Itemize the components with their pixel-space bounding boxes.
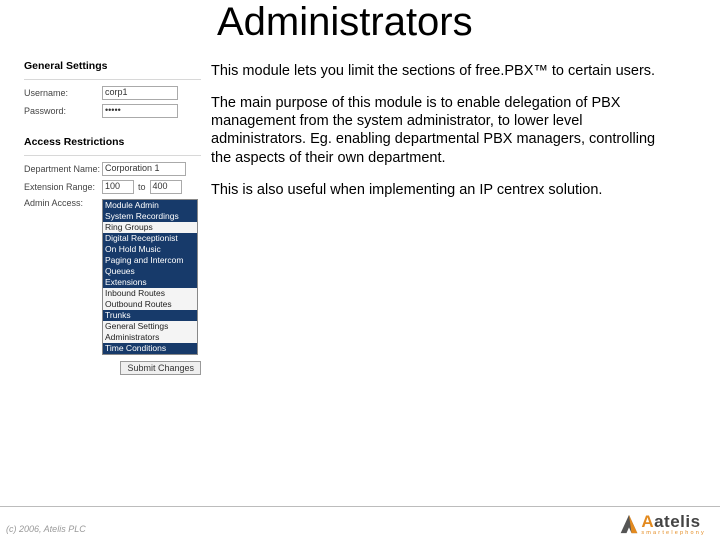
password-row: Password: •••••	[24, 104, 201, 118]
extension-range-row: Extension Range: 100 to 400	[24, 180, 201, 194]
username-row: Username: corp1	[24, 86, 201, 100]
listbox-option[interactable]: System Recordings	[103, 211, 197, 222]
extension-from-input[interactable]: 100	[102, 180, 134, 194]
logo-word: Aatelis	[641, 513, 706, 530]
listbox-option[interactable]: General Settings	[103, 321, 197, 332]
listbox-option[interactable]: Ring Groups	[103, 222, 197, 233]
submit-changes-button[interactable]: Submit Changes	[120, 361, 201, 375]
listbox-option[interactable]: On Hold Music	[103, 244, 197, 255]
listbox-option[interactable]: Trunks	[103, 310, 197, 321]
paragraph-3: This is also useful when implementing an…	[211, 181, 676, 199]
listbox-option[interactable]: Digital Receptionist	[103, 233, 197, 244]
page-title: Administrators	[217, 0, 473, 45]
settings-panel: General Settings Username: corp1 Passwor…	[24, 60, 201, 375]
divider	[24, 79, 201, 80]
listbox-option[interactable]: Outbound Routes	[103, 299, 197, 310]
logo-mark-icon	[619, 513, 639, 535]
atelis-logo: Aatelis smartelephony	[619, 513, 706, 537]
divider	[24, 155, 201, 156]
listbox-option[interactable]: Extensions	[103, 277, 197, 288]
logo-tagline: smartelephony	[641, 531, 706, 537]
paragraph-1: This module lets you limit the sections …	[211, 62, 676, 80]
extension-to-word: to	[138, 182, 146, 192]
general-settings-header: General Settings	[24, 60, 201, 72]
password-input[interactable]: •••••	[102, 104, 178, 118]
footer-divider	[0, 506, 720, 507]
listbox-option[interactable]: Queues	[103, 266, 197, 277]
listbox-option[interactable]: Time Conditions	[103, 343, 197, 354]
department-input[interactable]: Corporation 1	[102, 162, 186, 176]
listbox-option[interactable]: Administrators	[103, 332, 197, 343]
admin-access-label: Admin Access:	[24, 198, 102, 208]
username-input[interactable]: corp1	[102, 86, 178, 100]
department-label: Department Name:	[24, 164, 102, 174]
username-label: Username:	[24, 88, 102, 98]
body-text: This module lets you limit the sections …	[211, 62, 676, 213]
paragraph-2: The main purpose of this module is to en…	[211, 94, 676, 167]
department-row: Department Name: Corporation 1	[24, 162, 201, 176]
admin-access-row: Admin Access: Module AdminSystem Recordi…	[24, 198, 201, 355]
footer: (c) 2006, Atelis PLC Aatelis smartelepho…	[0, 506, 720, 540]
password-label: Password:	[24, 106, 102, 116]
copyright-text: (c) 2006, Atelis PLC	[6, 524, 86, 534]
listbox-option[interactable]: Paging and Intercom	[103, 255, 197, 266]
extension-range-label: Extension Range:	[24, 182, 102, 192]
extension-to-input[interactable]: 400	[150, 180, 182, 194]
listbox-option[interactable]: Conferences	[103, 354, 197, 355]
listbox-option[interactable]: Inbound Routes	[103, 288, 197, 299]
listbox-option[interactable]: Module Admin	[103, 200, 197, 211]
admin-access-listbox[interactable]: Module AdminSystem RecordingsRing Groups…	[102, 199, 198, 355]
access-restrictions-header: Access Restrictions	[24, 136, 201, 148]
